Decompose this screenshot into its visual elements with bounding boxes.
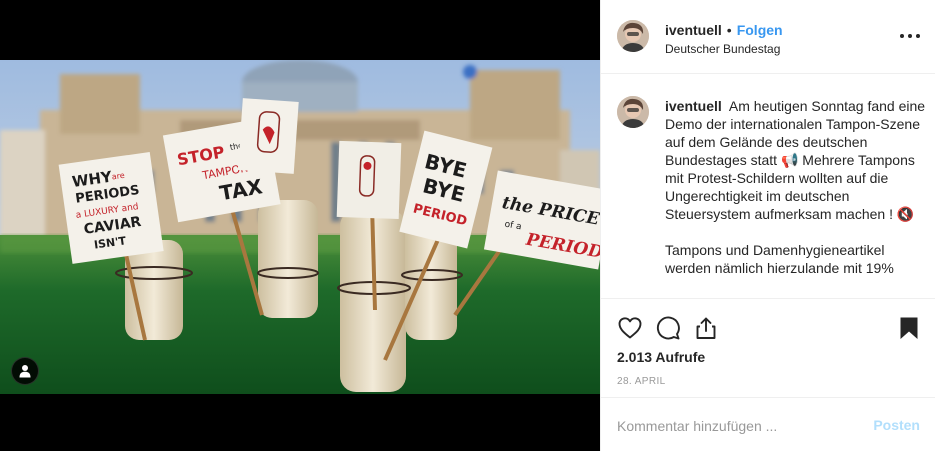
view-count[interactable]: 2.013 Aufrufe	[617, 349, 705, 365]
heart-icon	[618, 317, 642, 339]
separator-dot: •	[726, 22, 732, 38]
sign1-line2: are	[111, 171, 125, 182]
action-bar: 2.013 Aufrufe 28. April	[601, 298, 935, 397]
author-names: iventuell • Folgen Deutscher Bundestag	[665, 22, 783, 56]
save-button[interactable]	[896, 315, 922, 341]
comment-button[interactable]	[655, 315, 681, 341]
user-tag-button[interactable]	[11, 357, 39, 385]
post-comment-button[interactable]: Posten	[873, 417, 920, 433]
bookmark-icon	[900, 317, 918, 339]
post-details-panel: iventuell • Folgen Deutscher Bundestag i…	[600, 0, 935, 451]
caption-area: iventuell Am heutigen Sonntag fand eine …	[601, 75, 935, 298]
caption-username[interactable]: iventuell	[665, 98, 722, 114]
caption-paragraph-1: Am heutigen Sonntag fand eine Demo der i…	[665, 98, 926, 222]
caption-text: iventuell Am heutigen Sonntag fand eine …	[665, 97, 927, 277]
location-link[interactable]: Deutscher Bundestag	[665, 42, 783, 56]
add-comment-section: Posten	[601, 397, 935, 451]
post-header: iventuell • Folgen Deutscher Bundestag	[601, 0, 935, 74]
author-username[interactable]: iventuell	[665, 22, 722, 38]
post-date[interactable]: 28. April	[617, 376, 666, 387]
caption-paragraph-2: Tampons und Damenhygieneartikel werden n…	[665, 242, 894, 276]
caption-avatar[interactable]	[617, 96, 649, 128]
protest-scene-image: WHY are PERIODS a LUXURY and CAVIAR ISN'…	[0, 60, 600, 394]
comment-input[interactable]	[617, 416, 857, 436]
comment-icon	[656, 316, 680, 340]
share-icon	[696, 317, 716, 339]
share-button[interactable]	[693, 315, 719, 341]
author-avatar[interactable]	[617, 20, 649, 52]
like-button[interactable]	[617, 315, 643, 341]
follow-button[interactable]: Folgen	[737, 22, 783, 38]
user-tag-icon	[19, 365, 31, 378]
post-media[interactable]: WHY are PERIODS a LUXURY and CAVIAR ISN'…	[0, 0, 600, 451]
more-options-icon[interactable]	[900, 28, 920, 44]
